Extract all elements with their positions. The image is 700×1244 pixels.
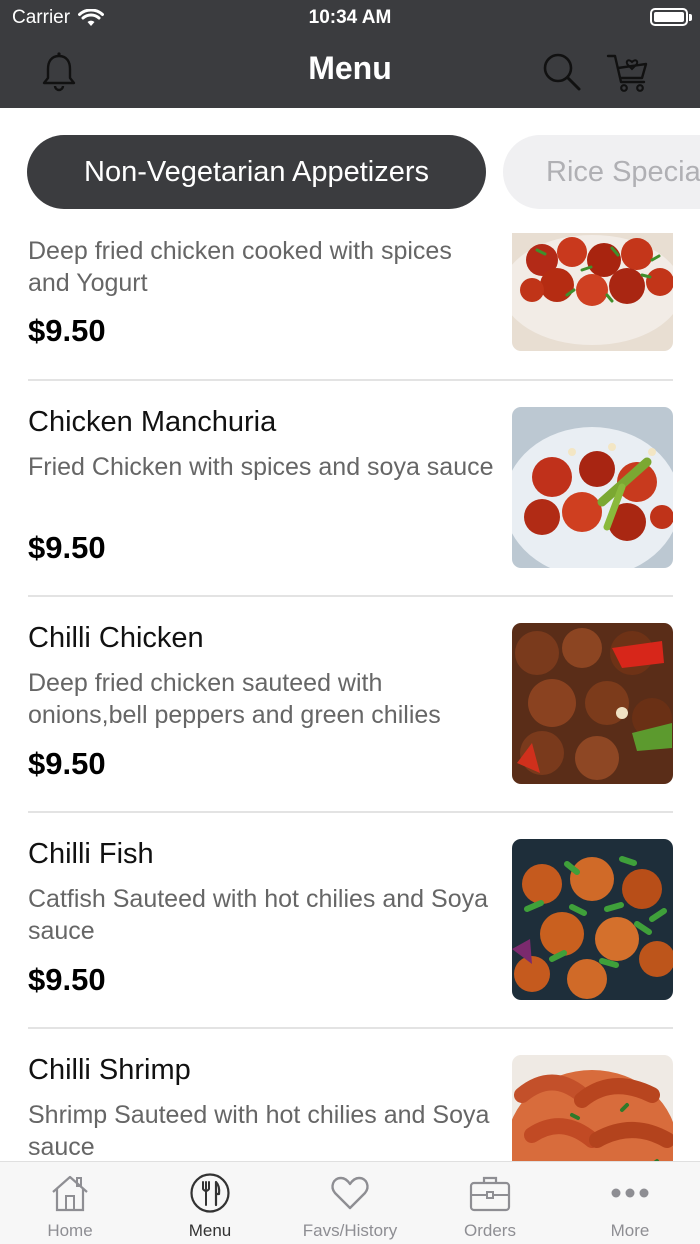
menu-item-photo (512, 407, 673, 568)
menu-item-price: $9.50 (28, 530, 106, 565)
category-tabs: Non-Vegetarian Appetizers Rice Specia (0, 108, 700, 233)
top-bar: Carrier 10:34 AM Menu (0, 0, 700, 108)
tab-orders[interactable]: Orders (420, 1162, 560, 1244)
status-time: 10:34 AM (308, 7, 392, 28)
briefcase-icon (469, 1176, 511, 1212)
menu-item-price: $9.50 (28, 746, 106, 781)
utensils-icon (190, 1173, 230, 1213)
tab-label: More (610, 1221, 650, 1240)
cart-icon[interactable] (606, 50, 650, 94)
menu-item-description: Deep fried chicken sauteed with onions,b… (28, 669, 441, 729)
category-tab-rice-specials[interactable]: Rice Specia (503, 135, 700, 209)
menu-item-name: Chicken Manchuria (28, 406, 277, 438)
tab-more[interactable]: More (560, 1162, 700, 1244)
nav-bar: Menu (0, 36, 700, 108)
menu-item-price: $9.50 (28, 962, 106, 997)
tab-label: Menu (188, 1221, 232, 1240)
status-bar: Carrier 10:34 AM (0, 0, 700, 36)
menu-item-description: Catfish Sauteed with hot chilies and Soy… (28, 885, 488, 945)
tab-menu[interactable]: Menu (140, 1162, 280, 1244)
menu-item-photo (512, 233, 673, 351)
menu-item-photo (512, 839, 673, 1000)
divider (28, 595, 673, 597)
menu-item-description: Shrimp Sauteed with hot chilies and Soya… (28, 1101, 490, 1161)
menu-item-photo (512, 1055, 673, 1161)
category-tab-non-vegetarian-appetizers[interactable]: Non-Vegetarian Appetizers (27, 135, 486, 209)
tab-label: Favs/History (302, 1221, 398, 1240)
menu-list[interactable]: Deep fried chicken cooked with spices an… (0, 233, 700, 1161)
search-icon[interactable] (540, 50, 584, 94)
menu-item-description: Deep fried chicken cooked with spices an… (28, 237, 452, 297)
divider (28, 811, 673, 813)
battery-icon (650, 8, 692, 26)
page-title: Menu (308, 50, 392, 86)
menu-item-name: Chilli Shrimp (28, 1054, 191, 1086)
menu-item-name: Chilli Chicken (28, 622, 204, 654)
menu-item-photo (512, 623, 673, 784)
tab-label: Orders (464, 1221, 516, 1240)
menu-item-description: Fried Chicken with spices and soya sauce (28, 453, 494, 481)
tab-label: Home (47, 1221, 93, 1240)
heart-icon (331, 1176, 369, 1210)
home-icon (52, 1175, 88, 1212)
tab-bar: Home Menu Favs/History Orders More (0, 1161, 700, 1244)
tab-favs-history[interactable]: Favs/History (280, 1162, 420, 1244)
divider (28, 379, 673, 381)
divider (28, 1027, 673, 1029)
menu-item-name: Chilli Fish (28, 838, 154, 870)
menu-item-price: $9.50 (28, 313, 106, 348)
more-icon (611, 1188, 649, 1198)
tab-home[interactable]: Home (0, 1162, 140, 1244)
